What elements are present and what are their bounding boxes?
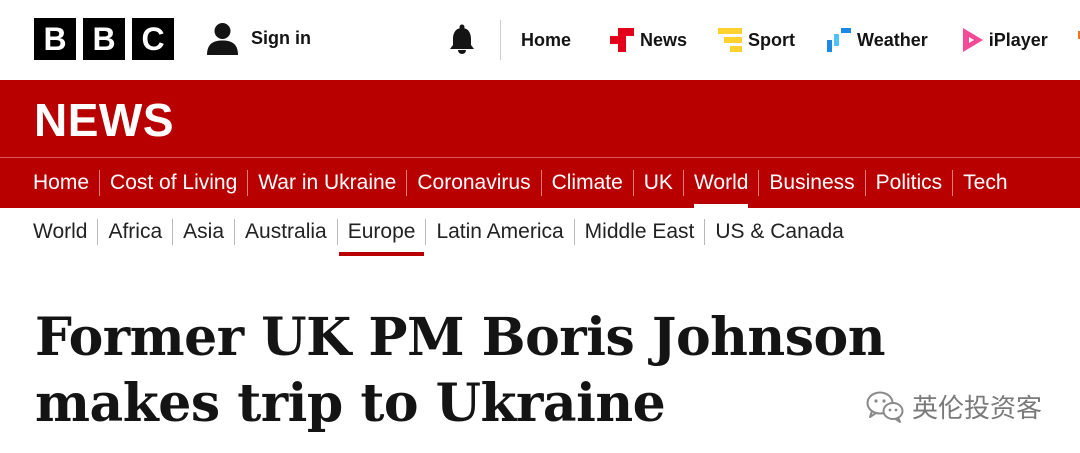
- wechat-watermark: 英伦投资客: [866, 388, 1042, 425]
- global-nav: Home News Sport Weather iPlayer: [521, 0, 1080, 80]
- main-nav-item-cost-of-living[interactable]: Cost of Living: [110, 158, 237, 208]
- notifications-bell-icon[interactable]: [448, 24, 476, 54]
- sub-nav-item-world[interactable]: World: [33, 208, 87, 256]
- iplayer-icon: [962, 28, 983, 52]
- watermark-text: 英伦投资客: [912, 394, 1043, 424]
- nav-separator: [97, 219, 99, 245]
- bbc-logo-letter: B: [34, 18, 76, 60]
- nav-separator: [540, 170, 542, 196]
- nav-separator: [704, 219, 706, 245]
- world-sub-nav: World Africa Asia Australia Europe Latin…: [0, 208, 844, 256]
- global-nav-home[interactable]: Home: [521, 30, 571, 51]
- sign-in-label: Sign in: [251, 28, 311, 48]
- nav-separator: [247, 170, 249, 196]
- sub-nav-item-middle-east[interactable]: Middle East: [585, 208, 695, 256]
- news-main-nav: Home Cost of Living War in Ukraine Coron…: [0, 158, 1008, 208]
- nav-separator: [632, 170, 634, 196]
- main-nav-item-home[interactable]: Home: [33, 158, 89, 208]
- main-nav-item-uk[interactable]: UK: [644, 158, 673, 208]
- nav-separator: [172, 219, 174, 245]
- nav-separator: [864, 170, 866, 196]
- nav-separator: [758, 170, 760, 196]
- global-nav-news-label: News: [640, 29, 688, 50]
- nav-separator: [406, 170, 408, 196]
- nav-separator: [425, 219, 427, 245]
- global-nav-news[interactable]: News: [610, 28, 687, 52]
- global-header: B B C Sign in Home News Sport Weather iP…: [0, 0, 1080, 80]
- sub-nav-item-latin-america[interactable]: Latin America: [436, 208, 563, 256]
- nav-separator: [573, 219, 575, 245]
- main-nav-item-war-in-ukraine[interactable]: War in Ukraine: [258, 158, 396, 208]
- nav-separator: [336, 219, 338, 245]
- nav-separator: [682, 170, 684, 196]
- global-nav-iplayer-label: iPlayer: [988, 29, 1048, 50]
- main-nav-item-coronavirus[interactable]: Coronavirus: [417, 158, 530, 208]
- sub-nav-item-australia[interactable]: Australia: [245, 208, 327, 256]
- header-divider: [500, 20, 501, 60]
- nav-separator: [952, 170, 954, 196]
- global-nav-sport-label: Sport: [748, 29, 796, 50]
- wechat-icon: [866, 391, 904, 423]
- user-icon: [207, 23, 238, 55]
- bbc-logo[interactable]: B B C: [34, 18, 174, 60]
- weather-icon: [827, 28, 852, 52]
- bbc-logo-letter: B: [83, 18, 125, 60]
- bbc-logo-letter: C: [132, 18, 174, 60]
- sub-nav-item-africa[interactable]: Africa: [108, 208, 162, 256]
- global-nav-iplayer[interactable]: iPlayer: [961, 28, 1048, 52]
- sub-nav-item-europe[interactable]: Europe: [338, 208, 425, 256]
- global-nav-weather[interactable]: Weather: [827, 28, 928, 52]
- sign-in-button[interactable]: Sign in: [206, 22, 311, 55]
- news-icon: [610, 28, 635, 52]
- global-nav-home-label: Home: [521, 29, 572, 50]
- global-nav-weather-label: Weather: [857, 29, 928, 50]
- global-nav-sport[interactable]: Sport: [718, 28, 795, 52]
- sport-icon: [718, 28, 743, 52]
- main-nav-item-politics[interactable]: Politics: [876, 158, 943, 208]
- sub-nav-item-asia[interactable]: Asia: [183, 208, 224, 256]
- main-nav-item-world[interactable]: World: [693, 158, 749, 208]
- main-nav-item-tech[interactable]: Tech: [963, 158, 1007, 208]
- main-nav-item-climate[interactable]: Climate: [552, 158, 623, 208]
- main-nav-item-business[interactable]: Business: [769, 158, 854, 208]
- news-section-title[interactable]: NEWS: [34, 96, 174, 144]
- nav-separator: [99, 170, 101, 196]
- sub-nav-item-us-canada[interactable]: US & Canada: [715, 208, 843, 256]
- nav-separator: [234, 219, 236, 245]
